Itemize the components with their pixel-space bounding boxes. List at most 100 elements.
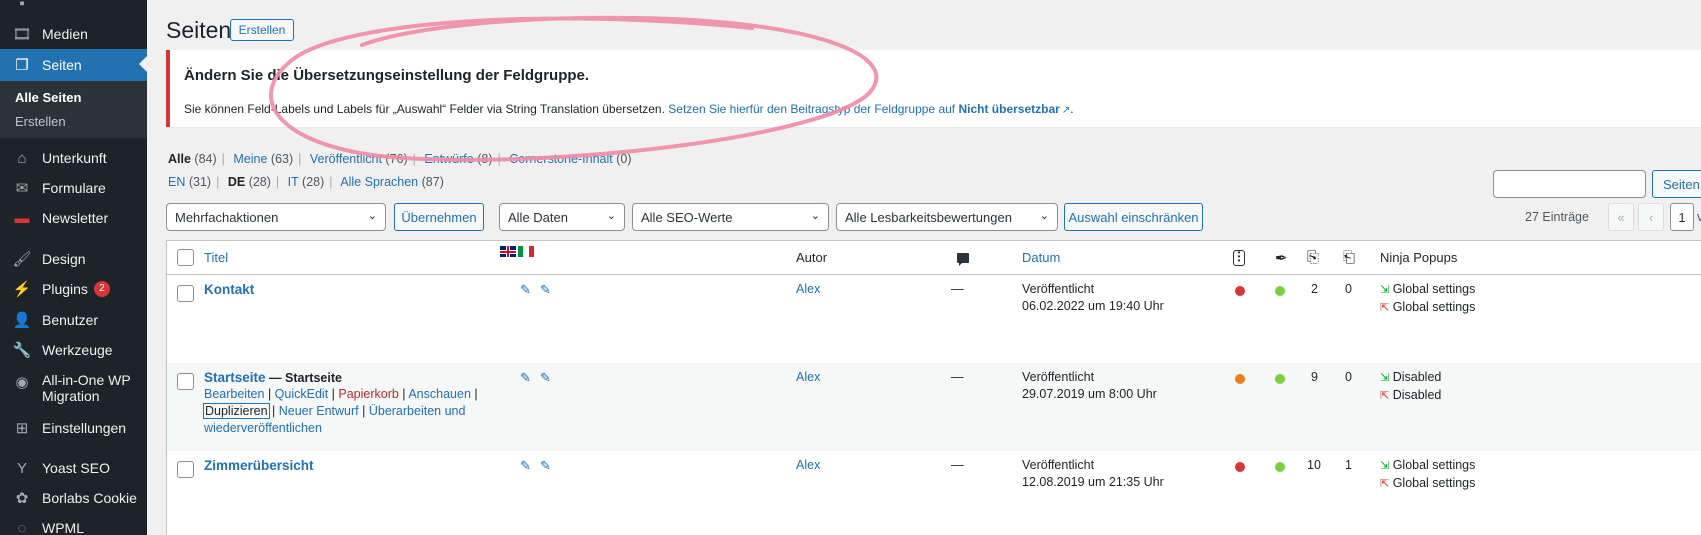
separator: | <box>216 175 220 189</box>
outgoing-links-icon: ⎗ <box>1343 249 1356 266</box>
quickedit-link[interactable]: QuickEdit <box>275 387 329 401</box>
popup-in-icon: ⇲ <box>1380 460 1390 472</box>
sidebar-item-einstellungen[interactable]: ⊞ Einstellungen <box>0 413 147 443</box>
sidebar-item-seiten[interactable]: ❐ Seiten <box>0 49 147 81</box>
edit-en-pencil-icon[interactable]: ✎ <box>520 458 531 474</box>
row-title-link[interactable]: Zimmerübersicht <box>204 458 314 473</box>
author-link[interactable]: Alex <box>796 458 820 472</box>
trash-link[interactable]: Papierkorb <box>338 387 398 401</box>
column-date[interactable]: Datum <box>1022 241 1060 274</box>
sidebar-item-formulare[interactable]: ✉ Formulare <box>0 173 147 203</box>
row-links-out: 0 <box>1345 370 1352 384</box>
notice-link-bold: Nicht übersetzbar <box>958 102 1060 116</box>
first-page-button[interactable]: « <box>1608 203 1634 231</box>
readability-filter-value: Alle Lesbarkeitsbewertungen <box>845 209 1012 225</box>
current-page-input[interactable]: 1 <box>1670 203 1694 231</box>
column-title[interactable]: Titel <box>204 241 228 274</box>
lang-en[interactable]: EN <box>168 175 185 189</box>
date-filter-select[interactable]: Alle Daten ⌄ <box>499 203 625 231</box>
sidebar-item-migration[interactable]: ◉ All-in-One WP Migration <box>0 372 147 408</box>
author-link[interactable]: Alex <box>796 370 820 384</box>
edit-it-pencil-icon[interactable]: ✎ <box>540 458 551 474</box>
sidebar-item-benutzer[interactable]: 👤 Benutzer <box>0 305 147 335</box>
duplicate-link[interactable]: Duplizieren <box>203 403 270 419</box>
popup-out-icon: ⇱ <box>1380 302 1390 314</box>
popup-in-label: Global settings <box>1392 282 1476 296</box>
row-actions: Bearbeiten | QuickEdit | Papierkorb | An… <box>203 387 478 435</box>
incoming-links-icon: ⎘ <box>1307 249 1320 266</box>
row-checkbox[interactable] <box>177 285 194 302</box>
sidebar-item-top[interactable]: ▪ <box>0 0 147 18</box>
lang-all[interactable]: Alle Sprachen <box>340 175 418 189</box>
lang-it[interactable]: IT <box>288 175 299 189</box>
edit-it-pencil-icon[interactable]: ✎ <box>540 370 551 386</box>
filter-mine[interactable]: Meine <box>233 152 267 166</box>
sidebar-item-werkzeuge[interactable]: 🔧 Werkzeuge <box>0 335 147 365</box>
sidebar-item-unterkunft[interactable]: ⌂ Unterkunft <box>0 143 147 173</box>
new-draft-link[interactable]: Neuer Entwurf <box>279 404 359 418</box>
readability-filter-select[interactable]: Alle Lesbarkeitsbewertungen ⌄ <box>836 203 1058 231</box>
bulk-actions-select[interactable]: Mehrfachaktionen ⌄ <box>166 203 386 231</box>
popup-out-label: Global settings <box>1392 476 1476 490</box>
table-row: Startseite — Startseite Bearbeiten | Qui… <box>167 363 1701 451</box>
sidebar-item-plugins[interactable]: ⚡ Plugins 2 <box>0 274 147 304</box>
row-datetime: 29.07.2019 um 8:00 Uhr <box>1022 387 1157 401</box>
edit-en-pencil-icon[interactable]: ✎ <box>520 370 531 386</box>
notice-link-text: Setzen Sie hierfür den Beitragstyp der F… <box>668 102 956 116</box>
row-status: Veröffentlicht <box>1022 370 1095 384</box>
language-filter-links: EN (31) | DE (28) | IT (28) | Alle Sprachen… <box>168 175 444 189</box>
search-pages-button[interactable]: Seiten d <box>1652 170 1701 198</box>
prev-page-button[interactable]: ‹ <box>1638 203 1664 231</box>
submenu-all-pages[interactable]: Alle Seiten <box>15 90 81 105</box>
edit-it-pencil-icon[interactable]: ✎ <box>540 282 551 298</box>
items-count: 27 Einträge <box>1525 210 1589 224</box>
sidebar-item-borlabs[interactable]: ✿ Borlabs Cookie <box>0 483 147 513</box>
sidebar-item-label: Newsletter <box>42 210 109 226</box>
lang-count: (28) <box>302 175 325 189</box>
chevron-down-icon: ⌄ <box>1039 210 1049 222</box>
filter-drafts[interactable]: Entwürfe <box>424 152 473 166</box>
sidebar-item-label: Borlabs Cookie <box>42 490 137 506</box>
sidebar-item-design[interactable]: 🖌 Design <box>0 244 147 274</box>
table-row: Zimmerübersicht ✎ ✎ Alex — Veröffentlich… <box>167 451 1701 535</box>
select-all-checkbox[interactable] <box>177 249 194 266</box>
add-new-page-button[interactable]: Erstellen <box>230 19 294 41</box>
sidebar-item-medien[interactable]: 🎞 Medien <box>0 19 147 49</box>
sidebar-item-wpml[interactable]: ◌ WPML <box>0 513 147 535</box>
search-input[interactable] <box>1493 170 1646 198</box>
row-links-out: 1 <box>1345 458 1352 472</box>
apply-button[interactable]: Übernehmen <box>394 203 484 231</box>
filter-button[interactable]: Auswahl einschränken <box>1064 203 1203 231</box>
view-link[interactable]: Anschauen <box>408 387 471 401</box>
filter-published[interactable]: Veröffentlicht <box>310 152 382 166</box>
edit-en-pencil-icon[interactable]: ✎ <box>520 282 531 298</box>
sidebar-item-yoast[interactable]: Y Yoast SEO <box>0 453 147 483</box>
row-checkbox[interactable] <box>177 373 194 390</box>
rewrite-link[interactable]: Überarbeiten und <box>369 404 466 418</box>
filter-all[interactable]: Alle <box>168 152 191 166</box>
translation-notice: Ändern Sie die Übersetzungseinstellung d… <box>166 50 1701 127</box>
rewrite-link-cont[interactable]: wiederveröffentlichen <box>204 421 322 435</box>
seo-filter-value: Alle SEO-Werte <box>641 209 733 225</box>
chevron-down-icon: ⌄ <box>606 210 616 222</box>
submenu-add-new[interactable]: Erstellen <box>15 114 66 129</box>
row-checkbox[interactable] <box>177 461 194 478</box>
filter-cornerstone[interactable]: Cornerstone-Inhalt <box>509 152 613 166</box>
seo-filter-select[interactable]: Alle SEO-Werte ⌄ <box>632 203 829 231</box>
page-of-label: vo <box>1697 210 1701 224</box>
row-popups: ⇲ Global settings ⇱ Global settings <box>1380 281 1475 317</box>
main-content: Seiten Erstellen Ändern Sie die Übersetz… <box>147 0 1701 535</box>
readability-dot <box>1275 286 1285 296</box>
seo-score-dot <box>1235 286 1245 296</box>
author-link[interactable]: Alex <box>796 282 820 296</box>
row-title-link[interactable]: Kontakt <box>204 282 254 297</box>
edit-link[interactable]: Bearbeiten <box>204 387 264 401</box>
notice-title: Ändern Sie die Übersetzungseinstellung d… <box>184 67 590 84</box>
separator: | <box>298 152 302 166</box>
row-popups: ⇲ Disabled ⇱ Disabled <box>1380 369 1441 405</box>
lang-de[interactable]: DE <box>228 175 245 189</box>
notice-text: Sie können Feld-Labels und Labels für „A… <box>184 102 1074 116</box>
row-title-link[interactable]: Startseite <box>204 370 266 385</box>
notice-link[interactable]: Setzen Sie hierfür den Beitragstyp der F… <box>668 102 1060 116</box>
sidebar-item-newsletter[interactable]: ▬ Newsletter <box>0 203 147 233</box>
